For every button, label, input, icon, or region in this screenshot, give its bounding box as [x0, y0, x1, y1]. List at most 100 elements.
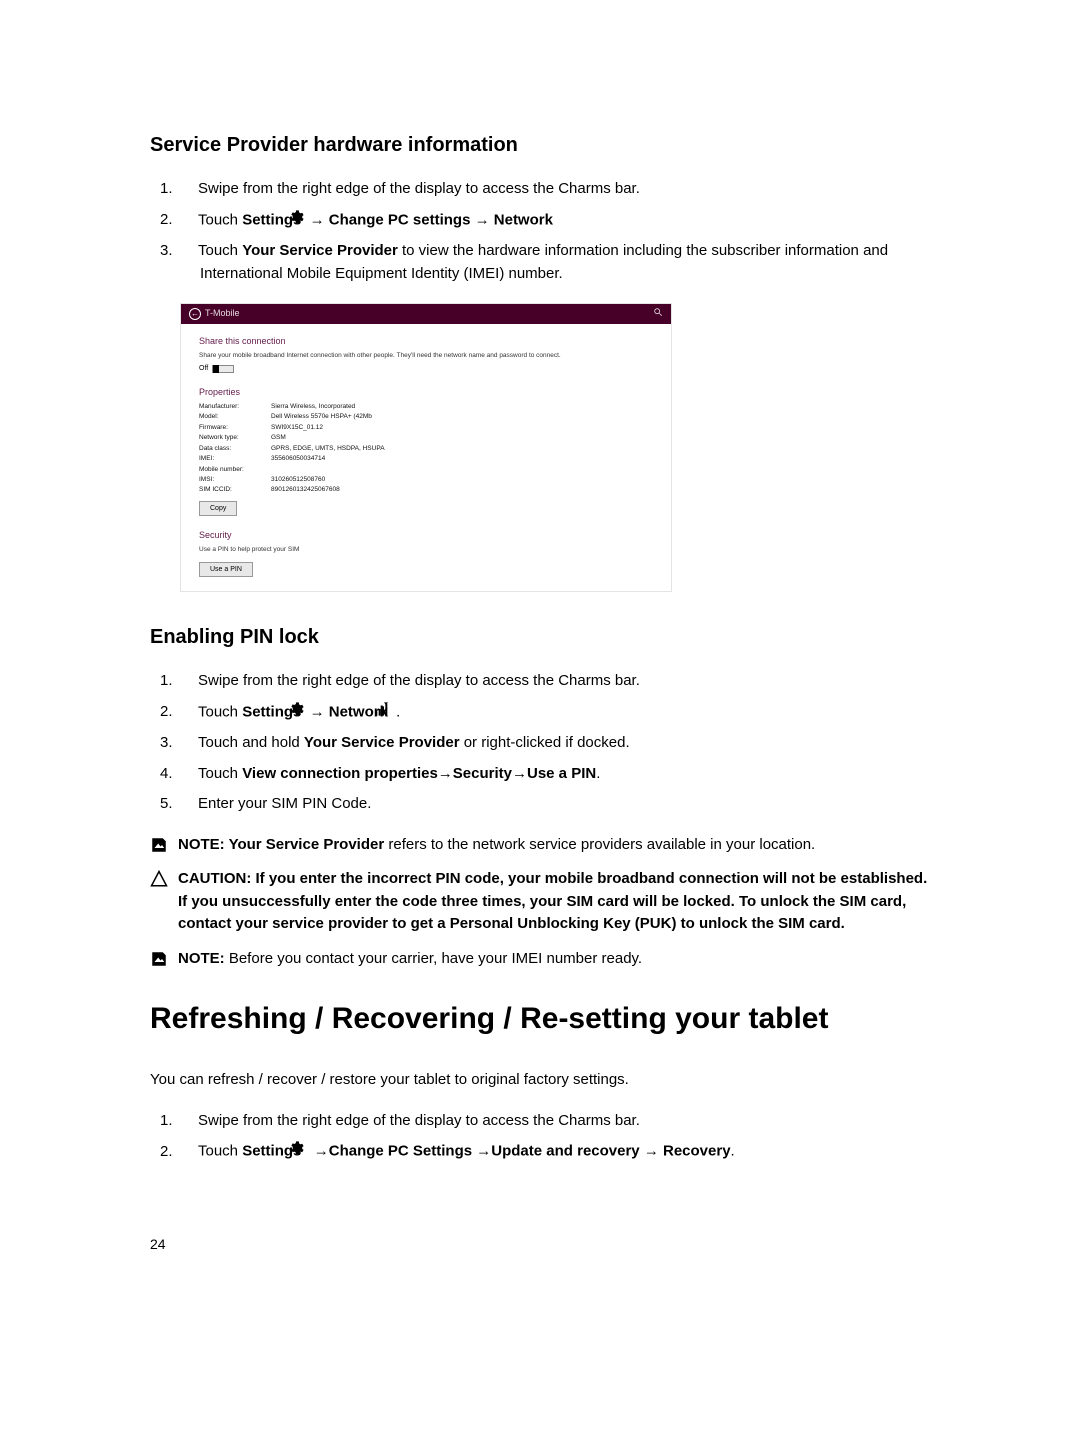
note-block: NOTE: Your Service Provider refers to th… — [150, 834, 930, 857]
prop-key: Mobile number: — [199, 466, 261, 474]
step-text: Swipe from the right edge of the display… — [198, 180, 640, 197]
provider-label: Your Service Provider — [242, 242, 398, 259]
back-icon[interactable]: ← — [189, 308, 201, 320]
prop-key: Data class: — [199, 445, 261, 453]
step-item: 1.Swipe from the right edge of the displ… — [180, 1110, 930, 1133]
prop-key: Network type: — [199, 434, 261, 442]
step-number: 3. — [180, 240, 198, 263]
property-row: Network type: GSM — [199, 434, 653, 442]
property-row: Firmware: SWI9X15C_01.12 — [199, 424, 653, 432]
step-number: 4. — [180, 763, 198, 786]
note-label: NOTE: — [178, 836, 229, 853]
step-item: 1.Swipe from the right edge of the displ… — [180, 178, 930, 201]
step-number: 2. — [180, 701, 198, 724]
prop-val: GPRS, EDGE, UMTS, HSDPA, HSUPA — [271, 445, 385, 453]
prop-val: Dell Wireless 5570e HSPA+ (42Mb — [271, 413, 372, 421]
prop-key: IMEI: — [199, 455, 261, 463]
intro-text: You can refresh / recover / restore your… — [150, 1069, 930, 1092]
arrow-text: → — [310, 211, 329, 228]
change-pc-label: Change PC settings — [329, 211, 471, 228]
note-text: NOTE: Your Service Provider refers to th… — [178, 834, 930, 857]
section-heading-provider: Service Provider hardware information — [150, 130, 930, 160]
step-text: Touch — [198, 242, 242, 259]
step-text: Touch — [198, 211, 242, 228]
provider-label: Your Service Provider — [229, 836, 385, 853]
step-item: 5.Enter your SIM PIN Code. — [180, 793, 930, 816]
step-text: or right-clicked if docked. — [460, 734, 630, 751]
note-label: NOTE: — [178, 950, 225, 967]
prop-val: SWI9X15C_01.12 — [271, 424, 323, 432]
note-text: NOTE: Before you contact your carrier, h… — [178, 948, 930, 971]
prop-val: Sierra Wireless, Incorporated — [271, 403, 355, 411]
arrow-text: → — [472, 1143, 491, 1160]
prop-key: Manufacturer: — [199, 403, 261, 411]
step-number: 1. — [180, 1110, 198, 1133]
page-number: 24 — [150, 1234, 930, 1255]
share-heading: Share this connection — [199, 336, 653, 348]
prop-val: GSM — [271, 434, 286, 442]
step-number: 5. — [180, 793, 198, 816]
note-block: NOTE: Before you contact your carrier, h… — [150, 948, 930, 971]
step-number: 2. — [180, 1141, 198, 1164]
caution-text: CAUTION: If you enter the incorrect PIN … — [178, 868, 930, 936]
property-row: SIM ICCID: 8901260132425067608 — [199, 486, 653, 494]
prop-key: Model: — [199, 413, 261, 421]
period: . — [731, 1143, 735, 1160]
caution-icon — [150, 870, 168, 888]
period: . — [596, 765, 600, 782]
property-row: Mobile number: — [199, 466, 653, 474]
property-row: IMEI: 355606050034714 — [199, 455, 653, 463]
change-pc-label: Change PC Settings — [329, 1143, 472, 1160]
arrow-text: → — [640, 1143, 663, 1160]
screenshot-titlebar: ← T-Mobile — [181, 304, 671, 324]
provider-label: Your Service Provider — [304, 734, 460, 751]
note-icon — [150, 950, 168, 968]
property-row: Model: Dell Wireless 5570e HSPA+ (42Mb — [199, 413, 653, 421]
step-item: 2.Touch Settings → Network . — [180, 701, 930, 725]
tmobile-screenshot: ← T-Mobile Share this connection Share y… — [180, 303, 672, 592]
section-heading-pinlock: Enabling PIN lock — [150, 622, 930, 652]
search-icon[interactable] — [653, 307, 663, 321]
step-text: Enter your SIM PIN Code. — [198, 795, 371, 812]
prop-val: 8901260132425067608 — [271, 486, 340, 494]
prop-key: IMSI: — [199, 476, 261, 484]
step-text: Swipe from the right edge of the display… — [198, 1112, 640, 1129]
recovery-label: Recovery — [663, 1143, 731, 1160]
property-row: Data class: GPRS, EDGE, UMTS, HSDPA, HSUP… — [199, 445, 653, 453]
property-row: Manufacturer: Sierra Wireless, Incorporat… — [199, 403, 653, 411]
step-item: 3.Touch and hold Your Service Provider o… — [180, 732, 930, 755]
step-item: 1.Swipe from the right edge of the displ… — [180, 670, 930, 693]
step-text: Touch — [198, 703, 242, 720]
arrow-text: → — [310, 703, 329, 720]
step-text: Touch — [198, 765, 242, 782]
step-item: 3.Touch Your Service Provider to view th… — [180, 240, 930, 285]
prop-val: 310260512508760 — [271, 476, 325, 484]
prop-val: 355606050034714 — [271, 455, 325, 463]
toggle-off-label: Off — [199, 364, 208, 373]
note-body: refers to the network service providers … — [384, 836, 815, 853]
note-icon — [150, 836, 168, 854]
prop-key: Firmware: — [199, 424, 261, 432]
arrow-text: → — [470, 211, 493, 228]
update-recovery-label: Update and recovery — [491, 1143, 639, 1160]
properties-heading: Properties — [199, 387, 653, 399]
step-number: 2. — [180, 209, 198, 232]
arrow-text: → — [310, 1143, 329, 1160]
security-description: Use a PIN to help protect your SIM — [199, 546, 653, 554]
share-toggle[interactable] — [212, 365, 234, 373]
use-pin-button[interactable]: Use a PIN — [199, 562, 253, 577]
step-item: 4.Touch View connection properties→Secur… — [180, 763, 930, 786]
caution-block: CAUTION: If you enter the incorrect PIN … — [150, 868, 930, 936]
steps-list-pinlock: 1.Swipe from the right edge of the displ… — [180, 670, 930, 816]
step-number: 1. — [180, 670, 198, 693]
step-text: Swipe from the right edge of the display… — [198, 672, 640, 689]
path-label: View connection properties→Security→Use … — [242, 765, 596, 782]
note-body: Before you contact your carrier, have yo… — [225, 950, 642, 967]
step-number: 3. — [180, 732, 198, 755]
period: . — [396, 703, 400, 720]
step-number: 1. — [180, 178, 198, 201]
prop-key: SIM ICCID: — [199, 486, 261, 494]
step-item: 2.Touch Settings →Change PC Settings →Up… — [180, 1140, 930, 1164]
copy-button[interactable]: Copy — [199, 501, 237, 516]
step-text: Touch — [198, 1143, 242, 1160]
